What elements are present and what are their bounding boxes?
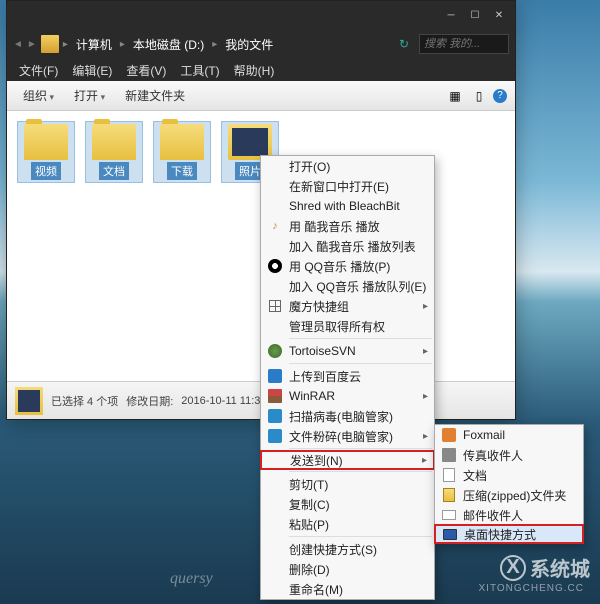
ctx-copy[interactable]: 复制(C): [261, 494, 434, 514]
watermark-url: XITONGCHENG.CC: [479, 583, 585, 594]
ctx-file-shred[interactable]: 文件粉碎(电脑管家): [261, 426, 434, 446]
monitor-icon: [442, 526, 458, 542]
folder-icon: [92, 124, 136, 160]
ctx-qq-add[interactable]: 加入 QQ音乐 播放队列(E): [261, 276, 434, 296]
shield-icon: [267, 408, 283, 424]
ctx-kuwo-add[interactable]: 加入 酷我音乐 播放列表: [261, 236, 434, 256]
folder-documents[interactable]: 文档: [85, 121, 143, 183]
folder-label: 文档: [99, 162, 129, 180]
menu-file[interactable]: 文件(F): [13, 60, 64, 81]
ctx-admin-own[interactable]: 管理员取得所有权: [261, 316, 434, 336]
watermark-brand: X 系统城: [500, 553, 590, 582]
document-icon: [441, 467, 457, 483]
ctx-open[interactable]: 打开(O): [261, 156, 434, 176]
ctx-winrar[interactable]: WinRAR: [261, 386, 434, 406]
view-icons-button[interactable]: ▦: [445, 86, 465, 106]
preview-pane-button[interactable]: ▯: [469, 86, 489, 106]
music-icon: ♪: [267, 218, 283, 234]
ctx-cut[interactable]: 剪切(T): [261, 474, 434, 494]
close-button[interactable]: ✕: [487, 5, 511, 25]
sub-foxmail[interactable]: Foxmail: [435, 425, 583, 445]
sub-desktop-shortcut[interactable]: 桌面快捷方式: [434, 524, 584, 544]
nav-fwd-icon[interactable]: ►: [27, 39, 37, 50]
ctx-kuwo-play[interactable]: ♪用 酷我音乐 播放: [261, 216, 434, 236]
sub-zip[interactable]: 压缩(zipped)文件夹: [435, 485, 583, 505]
status-thumbnail: [15, 387, 43, 415]
grid-icon: [267, 298, 283, 314]
status-modified-value: 2016-10-11 11:3: [181, 395, 260, 407]
folder-label: 视频: [31, 162, 61, 180]
sub-doc[interactable]: 文档: [435, 465, 583, 485]
qq-icon: [267, 258, 283, 274]
ctx-magic[interactable]: 魔方快捷组: [261, 296, 434, 316]
maximize-button[interactable]: ☐: [463, 5, 487, 25]
menubar: 文件(F) 编辑(E) 查看(V) 工具(T) 帮助(H): [7, 59, 515, 81]
minimize-button[interactable]: ─: [439, 5, 463, 25]
ctx-paste[interactable]: 粘贴(P): [261, 514, 434, 534]
ctx-delete[interactable]: 删除(D): [261, 559, 434, 579]
breadcrumb-computer[interactable]: 计算机: [72, 34, 116, 55]
ctx-rename[interactable]: 重命名(M): [261, 579, 434, 599]
status-selection: 已选择 4 个项: [51, 393, 118, 409]
folder-icon: [24, 124, 68, 160]
sub-fax[interactable]: 传真收件人: [435, 445, 583, 465]
ctx-upload-baidu[interactable]: 上传到百度云: [261, 366, 434, 386]
menu-tools[interactable]: 工具(T): [174, 60, 225, 81]
separator: [289, 448, 432, 449]
status-modified-label: 修改日期:: [126, 393, 173, 409]
separator: [289, 338, 432, 339]
breadcrumb-folder[interactable]: 我的文件: [221, 34, 277, 55]
menu-help[interactable]: 帮助(H): [228, 60, 281, 81]
help-icon[interactable]: ?: [493, 89, 507, 103]
foxmail-icon: [441, 427, 457, 443]
winrar-icon: [267, 388, 283, 404]
toolbar: 组织 打开 新建文件夹 ▦ ▯ ?: [7, 81, 515, 111]
watermark-signature: quersy: [170, 570, 213, 588]
ctx-create-shortcut[interactable]: 创建快捷方式(S): [261, 539, 434, 559]
folder-videos[interactable]: 视频: [17, 121, 75, 183]
ctx-qq-play[interactable]: 用 QQ音乐 播放(P): [261, 256, 434, 276]
send-to-submenu: Foxmail 传真收件人 文档 压缩(zipped)文件夹 邮件收件人 桌面快…: [434, 424, 584, 544]
folder-icon: [41, 35, 59, 53]
address-bar: ◄ ► ▸ 计算机 ▸ 本地磁盘 (D:) ▸ 我的文件 ↻: [7, 29, 515, 59]
titlebar[interactable]: ─ ☐ ✕: [7, 1, 515, 29]
folder-label: 下载: [167, 162, 197, 180]
fax-icon: [441, 447, 457, 463]
ctx-scan-virus[interactable]: 扫描病毒(电脑管家): [261, 406, 434, 426]
separator: [289, 471, 432, 472]
search-input[interactable]: [419, 34, 509, 54]
ctx-send-to[interactable]: 发送到(N): [260, 450, 435, 470]
ctx-shred[interactable]: Shred with BleachBit: [261, 196, 434, 216]
toolbar-new-folder[interactable]: 新建文件夹: [117, 84, 193, 107]
tortoise-icon: [267, 343, 283, 359]
breadcrumb-drive[interactable]: 本地磁盘 (D:): [129, 34, 208, 55]
mail-icon: [441, 507, 457, 523]
ctx-open-new-window[interactable]: 在新窗口中打开(E): [261, 176, 434, 196]
baidu-icon: [267, 368, 283, 384]
context-menu: 打开(O) 在新窗口中打开(E) Shred with BleachBit ♪用…: [260, 155, 435, 600]
folder-icon: [160, 124, 204, 160]
toolbar-organize[interactable]: 组织: [15, 84, 62, 107]
zip-icon: [441, 487, 457, 503]
nav-back-icon[interactable]: ◄: [13, 39, 23, 50]
x-logo-icon: X: [500, 555, 526, 581]
folder-downloads[interactable]: 下载: [153, 121, 211, 183]
ctx-tortoise[interactable]: TortoiseSVN: [261, 341, 434, 361]
shield-icon: [267, 428, 283, 444]
breadcrumb-sep: ▸: [63, 39, 68, 50]
sub-mail[interactable]: 邮件收件人: [435, 505, 583, 525]
separator: [289, 363, 432, 364]
menu-view[interactable]: 查看(V): [120, 60, 172, 81]
menu-edit[interactable]: 编辑(E): [66, 60, 118, 81]
refresh-icon[interactable]: ↻: [393, 37, 415, 51]
separator: [289, 536, 432, 537]
toolbar-open[interactable]: 打开: [66, 84, 113, 107]
